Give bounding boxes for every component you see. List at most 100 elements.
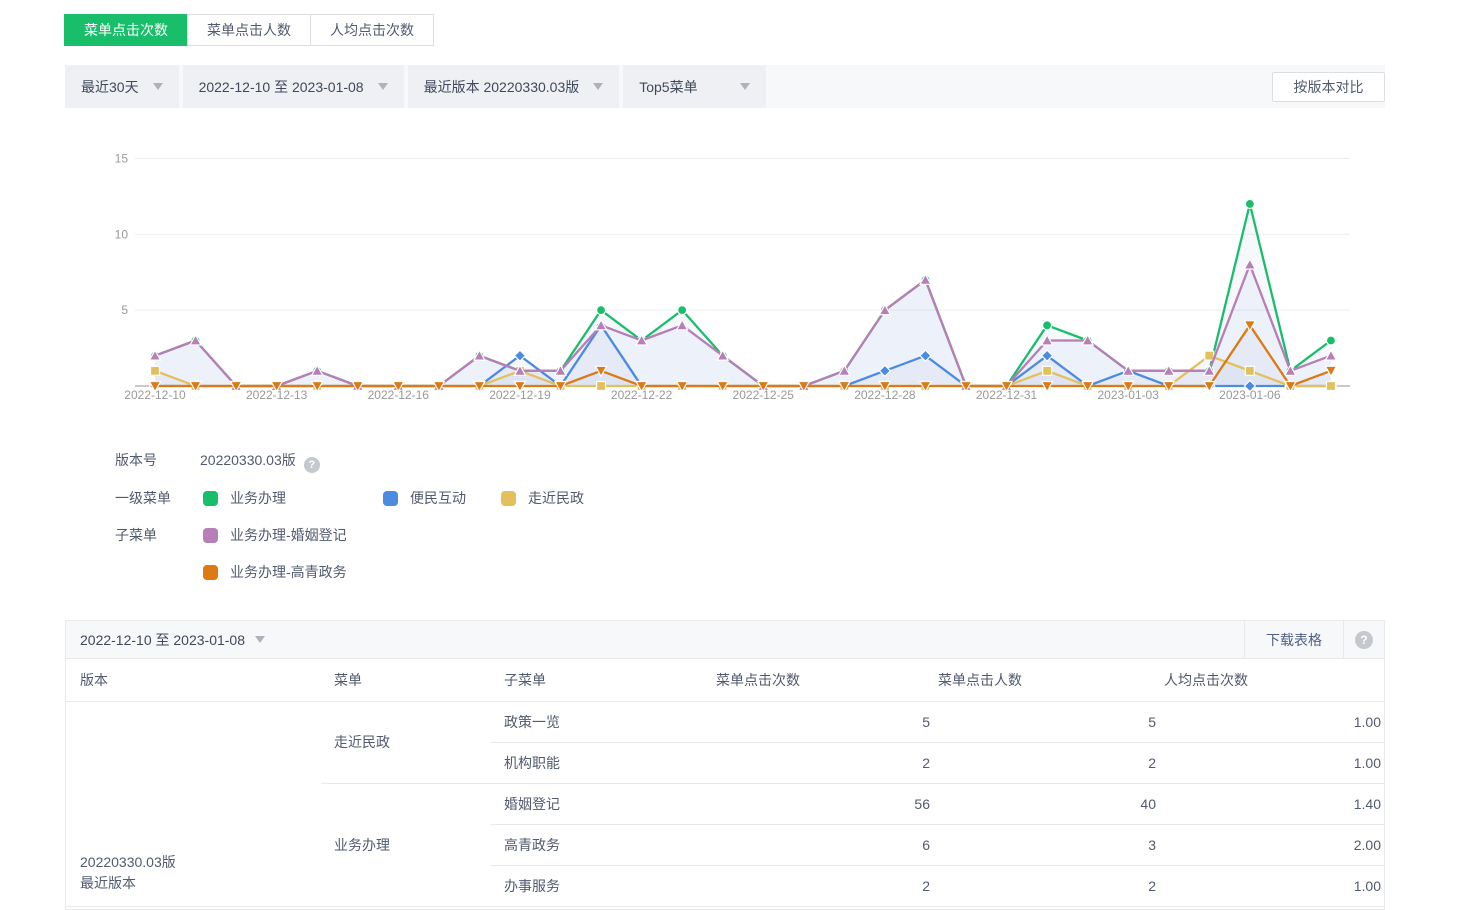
legend-swatch-icon xyxy=(203,565,218,580)
avg-clicks-cell: 2.00 xyxy=(1164,824,1384,865)
help-icon[interactable]: ? xyxy=(304,457,320,473)
series-line xyxy=(155,265,1331,386)
users-cell: 2 xyxy=(938,742,1164,783)
submenu-cell: 高青政务 xyxy=(491,824,716,865)
legend-item[interactable]: 业务办理 xyxy=(203,488,286,508)
menu-cell: 业务办理 xyxy=(321,783,491,906)
chart-legend: 版本号 20220330.03版? 一级菜单 业务办理便民互动走近民政 子菜单 … xyxy=(65,440,1385,600)
menu-clicks-table-panel: 2022-12-10 至 2023-01-08 下载表格 ? 版本菜单子菜单菜单… xyxy=(65,620,1385,910)
table-row: 20220330.03版最近版本走近民政政策一览551.00 xyxy=(66,701,1384,742)
chevron-down-icon xyxy=(255,636,265,643)
data-point-marker xyxy=(1326,336,1335,345)
clicks-cell: 2 xyxy=(716,865,938,906)
data-point-marker xyxy=(1326,382,1335,391)
compare-by-version-button[interactable]: 按版本对比 xyxy=(1272,72,1385,102)
y-axis-label: 10 xyxy=(115,227,129,241)
x-axis-label: 2022-12-19 xyxy=(489,388,551,402)
menu-cell: 走近民政 xyxy=(321,701,491,783)
legend-item-label: 业务办理 xyxy=(230,488,286,508)
chevron-down-icon xyxy=(378,83,388,90)
tab-1[interactable]: 菜单点击人数 xyxy=(187,14,311,46)
table-date-range[interactable]: 2022-12-10 至 2023-01-08 xyxy=(80,630,245,650)
download-table-button[interactable]: 下载表格 xyxy=(1244,621,1344,659)
data-point-marker xyxy=(597,382,606,391)
chevron-down-icon xyxy=(593,83,603,90)
legend-item-label: 业务办理-高青政务 xyxy=(230,562,347,582)
submenu-cell: 机构职能 xyxy=(491,742,716,783)
menu-stats-table: 版本菜单子菜单菜单点击次数菜单点击人数人均点击次数 20220330.03版最近… xyxy=(66,659,1384,907)
legend-item[interactable]: 业务办理-高青政务 xyxy=(203,562,347,582)
data-point-marker xyxy=(597,306,606,315)
data-point-marker xyxy=(1245,199,1254,208)
filter-dropdown-0[interactable]: 最近30天 xyxy=(65,65,179,108)
clicks-cell: 5 xyxy=(716,701,938,742)
users-cell: 5 xyxy=(938,701,1164,742)
submenu-cell: 办事服务 xyxy=(491,865,716,906)
x-axis-label: 2022-12-22 xyxy=(611,388,673,402)
series-area xyxy=(155,204,1331,386)
data-point-marker xyxy=(678,306,687,315)
chart-series xyxy=(150,259,1337,390)
users-cell: 40 xyxy=(938,783,1164,824)
legend-item[interactable]: 走近民政 xyxy=(501,488,584,508)
clicks-cell: 6 xyxy=(716,824,938,865)
version-value: 20220330.03版? xyxy=(200,450,320,473)
column-header: 菜单 xyxy=(321,659,491,701)
legend-item[interactable]: 业务办理-婚姻登记 xyxy=(203,525,347,545)
column-header: 菜单点击次数 xyxy=(716,659,938,701)
table-help[interactable]: ? xyxy=(1344,621,1384,659)
y-axis-label: 15 xyxy=(115,151,129,165)
x-axis-label: 2022-12-31 xyxy=(976,388,1038,402)
line-chart-svg: 510152022-12-102022-12-132022-12-162022-… xyxy=(65,108,1385,420)
data-point-marker xyxy=(1043,321,1052,330)
avg-clicks-cell: 1.00 xyxy=(1164,865,1384,906)
clicks-cell: 2 xyxy=(716,742,938,783)
data-point-marker xyxy=(1205,351,1214,360)
column-header: 版本 xyxy=(66,659,321,701)
x-axis-label: 2023-01-06 xyxy=(1219,388,1281,402)
users-cell: 2 xyxy=(938,865,1164,906)
data-point-marker xyxy=(151,366,160,375)
x-axis-label: 2022-12-28 xyxy=(854,388,916,402)
chart-series xyxy=(151,199,1336,390)
x-axis-label: 2022-12-10 xyxy=(124,388,186,402)
series-line xyxy=(155,204,1331,386)
users-cell: 3 xyxy=(938,824,1164,865)
tab-0[interactable]: 菜单点击次数 xyxy=(64,14,188,46)
filter-dropdown-3[interactable]: Top5菜单 xyxy=(623,65,765,108)
metric-tabs: 菜单点击次数菜单点击人数人均点击次数 xyxy=(65,14,434,46)
series-area xyxy=(155,265,1331,386)
submenu-cell: 婚姻登记 xyxy=(491,783,716,824)
data-point-marker xyxy=(1043,366,1052,375)
legend-swatch-icon xyxy=(383,491,398,506)
level1-menu-label: 一级菜单 xyxy=(115,488,171,508)
filter-dropdown-2[interactable]: 最近版本 20220330.03版 xyxy=(408,65,620,108)
submenu-cell: 政策一览 xyxy=(491,701,716,742)
help-icon: ? xyxy=(1355,631,1373,649)
legend-item[interactable]: 便民互动 xyxy=(383,488,466,508)
avg-clicks-cell: 1.00 xyxy=(1164,701,1384,742)
tab-2[interactable]: 人均点击次数 xyxy=(310,14,434,46)
legend-item-label: 便民互动 xyxy=(410,488,466,508)
x-axis-label: 2022-12-13 xyxy=(246,388,308,402)
filter-dropdown-1[interactable]: 2022-12-10 至 2023-01-08 xyxy=(183,65,404,108)
filter-bar: 最近30天2022-12-10 至 2023-01-08最近版本 2022033… xyxy=(65,65,1385,108)
column-header: 菜单点击人数 xyxy=(938,659,1164,701)
legend-item-label: 走近民政 xyxy=(528,488,584,508)
clicks-cell: 56 xyxy=(716,783,938,824)
legend-swatch-icon xyxy=(203,528,218,543)
table-header-bar: 2022-12-10 至 2023-01-08 下载表格 ? xyxy=(66,621,1384,659)
avg-clicks-cell: 1.00 xyxy=(1164,742,1384,783)
column-header: 人均点击次数 xyxy=(1164,659,1384,701)
menu-clicks-line-chart: 510152022-12-102022-12-132022-12-162022-… xyxy=(65,108,1385,420)
legend-swatch-icon xyxy=(501,491,516,506)
column-header: 子菜单 xyxy=(491,659,716,701)
version-cell: 20220330.03版最近版本 xyxy=(66,701,321,906)
chevron-down-icon xyxy=(740,83,750,90)
x-axis-label: 2022-12-16 xyxy=(368,388,430,402)
version-label: 版本号 xyxy=(115,450,157,470)
legend-item-label: 业务办理-婚姻登记 xyxy=(230,525,347,545)
data-point-marker xyxy=(1245,366,1254,375)
avg-clicks-cell: 1.40 xyxy=(1164,783,1384,824)
x-axis-label: 2023-01-03 xyxy=(1098,388,1160,402)
